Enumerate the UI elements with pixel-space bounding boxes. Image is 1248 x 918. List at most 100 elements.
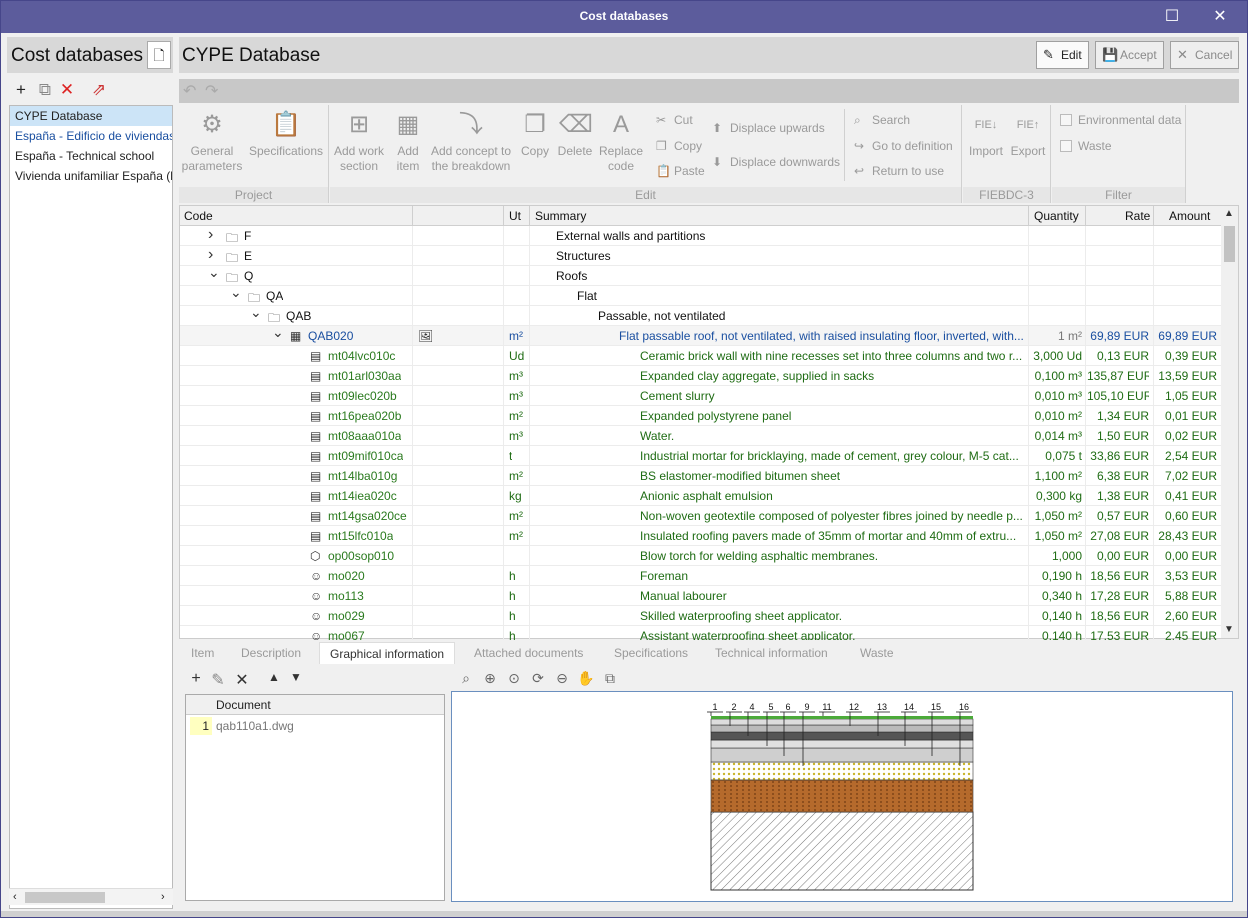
table-row[interactable]: ▤ mt16pea020b m² Expanded polystyrene panel… (180, 406, 1222, 426)
close-icon[interactable]: ✕ (1205, 5, 1235, 29)
cut-button[interactable]: ✂ Cut (656, 111, 693, 129)
tab-graphical-information[interactable]: Graphical information (319, 642, 456, 664)
add-icon[interactable]: + (185, 670, 207, 688)
column-ut[interactable]: Ut (509, 209, 521, 223)
environmental-data-checkbox[interactable]: Environmental data (1060, 111, 1181, 129)
pan-hand-icon[interactable]: ✋ (575, 670, 597, 687)
chevron-down-icon[interactable]: ⌄ (272, 324, 284, 341)
zoom-out-icon[interactable]: ⊖ (551, 670, 573, 687)
vertical-scrollbar[interactable]: ▲ ▼ (1221, 206, 1238, 638)
tab-technical-information[interactable]: Technical information (705, 642, 838, 664)
add-icon[interactable]: + (11, 79, 31, 101)
duplicate-icon[interactable]: ⧉ (35, 79, 55, 101)
copy-button[interactable]: ❐ Copy (656, 137, 702, 155)
move-down-icon[interactable]: ▼ (285, 670, 307, 684)
table-row[interactable]: ☺ mo113 h Manual labourer 0,340 h 17,28 EUR 5,… (180, 586, 1222, 606)
search-button[interactable]: ⌕ Search (854, 111, 910, 129)
chevron-down-icon[interactable]: ⌄ (250, 304, 262, 321)
table-row[interactable]: ☺ mo020 h Foreman 0,190 h 18,56 EUR 3,53 EUR (180, 566, 1222, 586)
table-row[interactable]: ⌄ ▦ QAB020 🖼 m² Flat passable roof, not venti… (180, 324, 1222, 346)
chevron-right-icon[interactable]: › (208, 226, 213, 244)
scroll-right-icon[interactable]: › (161, 889, 165, 906)
return-to-use-button[interactable]: ↩ Return to use (854, 162, 944, 180)
zoom-window-icon[interactable]: ⌕ (455, 670, 477, 687)
edit-button[interactable]: ✎ Edit (1036, 41, 1089, 69)
undo-icon[interactable]: ↶ (183, 81, 196, 101)
go-to-definition-button[interactable]: ↪ Go to definition (854, 137, 953, 155)
table-row[interactable]: ☺ mo029 h Skilled waterproofing sheet appli… (180, 606, 1222, 626)
table-row[interactable]: ☺ mo067 h Assistant waterproofing sheet app… (180, 626, 1222, 640)
table-row[interactable]: › 🗀 E Structures (180, 246, 1222, 266)
drawing-viewer[interactable]: 1 2 4 5 6 9 11 12 13 14 15 16 (451, 691, 1233, 902)
table-row[interactable]: ▤ mt14gsa020ce m² Non-woven geotextile comp… (180, 506, 1222, 526)
chevron-down-icon[interactable]: ⌄ (208, 264, 220, 281)
table-row[interactable]: ▤ mt15lfc010a m² Insulated roofing pavers m… (180, 526, 1222, 546)
general-parameters-button[interactable]: ⚙ General parameters (181, 109, 243, 174)
table-row[interactable]: ⌄ 🗀 Q Roofs (180, 264, 1222, 286)
scroll-thumb[interactable] (25, 892, 105, 903)
chevron-down-icon[interactable]: ⌄ (230, 284, 242, 301)
table-row[interactable]: ▤ mt14iea020c kg Anionic asphalt emulsion 0,… (180, 486, 1222, 506)
move-up-icon[interactable]: ▲ (263, 670, 285, 684)
column-rate[interactable]: Rate (1125, 209, 1150, 223)
replace-code-button[interactable]: A Replace code (596, 109, 646, 174)
column-quantity[interactable]: Quantity (1034, 209, 1079, 223)
tab-specifications[interactable]: Specifications (604, 642, 698, 664)
table-row[interactable]: ▤ mt09mif010ca t Industrial mortar for bric… (180, 446, 1222, 466)
maximize-icon[interactable]: ☐ (1157, 5, 1187, 29)
add-item-button[interactable]: ▦ Add item (392, 109, 424, 174)
document-row[interactable]: 1 qab110a1.dwg (186, 716, 444, 736)
scroll-thumb[interactable] (1224, 226, 1235, 262)
export-button[interactable]: FIE↑ Export (1007, 109, 1049, 159)
cancel-button[interactable]: ✕ Cancel (1170, 41, 1240, 69)
pencil-icon[interactable]: ✎ (207, 670, 229, 690)
waste-checkbox[interactable]: Waste (1060, 137, 1112, 155)
add-work-section-button[interactable]: ⊞ Add work section (332, 109, 386, 174)
accept-button[interactable]: 💾 Accept (1095, 41, 1164, 69)
refresh-icon[interactable]: ⟳ (527, 670, 549, 687)
database-item[interactable]: Vivienda unifamiliar España (h (10, 166, 172, 186)
delete-icon[interactable]: ✕ (231, 670, 253, 690)
table-row[interactable]: ▤ mt08aaa010a m³ Water. 0,014 m³ 1,50 EUR 0,02… (180, 426, 1222, 446)
import-button[interactable]: FIE↓ Import (965, 109, 1007, 159)
zoom-x2-icon[interactable]: ⊙ (503, 670, 525, 687)
scroll-down-icon[interactable]: ▼ (1224, 624, 1234, 635)
scroll-up-icon[interactable]: ▲ (1224, 208, 1234, 219)
table-row[interactable]: ▤ mt14lba010g m² BS elastomer-modified bitu… (180, 466, 1222, 486)
print-icon[interactable]: ⧉ (599, 670, 621, 687)
scroll-left-icon[interactable]: ‹ (13, 889, 17, 906)
table-row[interactable]: ▤ mt01arl030aa m³ Expanded clay aggregate, … (180, 366, 1222, 386)
horizontal-scrollbar[interactable]: ‹ › (9, 888, 173, 905)
table-row[interactable]: ⌄ 🗀 QA Flat (180, 284, 1222, 306)
export-icon[interactable]: ⇗ (89, 79, 109, 101)
displace-down-button[interactable]: ⬇ Displace downwards (712, 153, 840, 171)
table-row[interactable]: ▤ mt04lvc010c Ud Ceramic brick wall with ni… (180, 346, 1222, 366)
delete-button[interactable]: ⌫ Delete (556, 109, 594, 159)
new-document-icon[interactable]: 🗋 (147, 41, 171, 69)
database-item[interactable]: CYPE Database (10, 106, 172, 126)
tab-waste[interactable]: Waste (850, 642, 904, 664)
table-row[interactable]: › 🗀 F External walls and partitions (180, 226, 1222, 246)
copy-big-button[interactable]: ❐ Copy (518, 109, 552, 159)
paste-button[interactable]: 📋 Paste (656, 162, 705, 180)
column-amount[interactable]: Amount (1169, 209, 1210, 223)
tab-description[interactable]: Description (231, 642, 311, 664)
tab-attached-documents[interactable]: Attached documents (464, 642, 593, 664)
database-item[interactable]: España - Edificio de viviendas (10, 126, 172, 146)
tab-item[interactable]: Item (181, 642, 224, 664)
specifications-button[interactable]: 📋 Specifications (247, 109, 325, 159)
redo-icon[interactable]: ↷ (205, 81, 218, 101)
delete-icon[interactable]: ✕ (57, 79, 77, 101)
displace-up-button[interactable]: ⬆ Displace upwards (712, 119, 825, 137)
image-icon[interactable]: 🖼 (418, 329, 433, 343)
column-separator (1153, 206, 1154, 226)
column-code[interactable]: Code (184, 209, 213, 223)
table-row[interactable]: ⬡ op00sop010 Blow torch for welding asphal… (180, 546, 1222, 566)
column-summary[interactable]: Summary (535, 209, 586, 223)
database-item[interactable]: España - Technical school (10, 146, 172, 166)
table-row[interactable]: ⌄ 🗀 QAB Passable, not ventilated (180, 304, 1222, 326)
chevron-right-icon[interactable]: › (208, 246, 213, 264)
add-concept-button[interactable]: ⤵ Add concept to the breakdown (428, 109, 514, 174)
table-row[interactable]: ▤ mt09lec020b m³ Cement slurry 0,010 m³ 105,1… (180, 386, 1222, 406)
zoom-extents-icon[interactable]: ⊕ (479, 670, 501, 687)
